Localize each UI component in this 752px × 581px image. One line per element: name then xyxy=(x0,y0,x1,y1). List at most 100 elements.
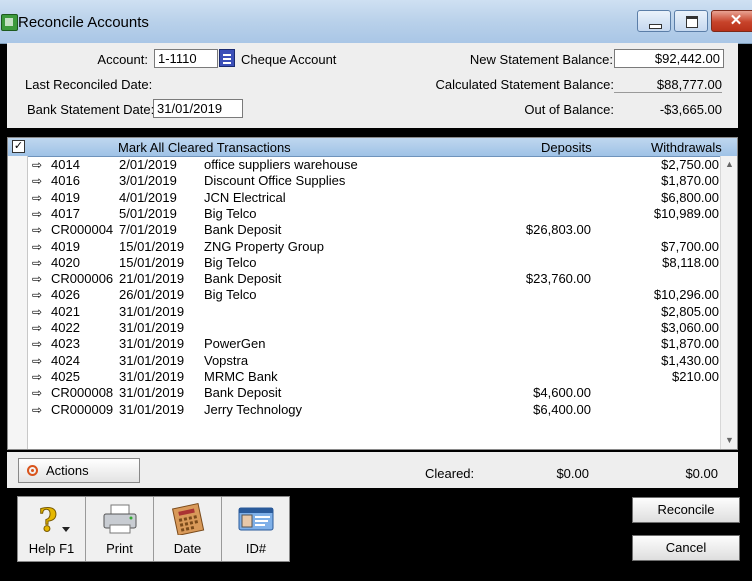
row-arrow-icon[interactable]: ⇨ xyxy=(32,402,42,418)
maximize-button[interactable] xyxy=(674,10,708,32)
vertical-scrollbar[interactable]: ▲ ▼ xyxy=(720,156,737,449)
account-label: Account: xyxy=(97,52,148,67)
id-button[interactable]: ID# xyxy=(222,497,290,561)
row-arrow-icon[interactable]: ⇨ xyxy=(32,173,42,189)
row-memo: Big Telco xyxy=(204,254,257,270)
account-lookup-button[interactable] xyxy=(219,49,235,67)
cancel-button[interactable]: Cancel xyxy=(632,535,740,561)
scroll-down-icon[interactable]: ▼ xyxy=(721,432,737,448)
row-memo: MRMC Bank xyxy=(204,368,278,384)
table-row[interactable]: ⇨ 4024 31/01/2019 Vopstra $1,430.00 xyxy=(8,352,719,369)
table-row[interactable]: ⇨ 4025 31/01/2019 MRMC Bank $210.00 xyxy=(8,368,719,385)
scroll-up-icon[interactable]: ▲ xyxy=(721,156,737,172)
row-memo: office suppliers warehouse xyxy=(204,157,358,172)
cleared-label: Cleared: xyxy=(425,466,475,481)
table-row[interactable]: ⇨ CR000006 21/01/2019 Bank Deposit $23,760.0… xyxy=(8,271,718,287)
table-row[interactable]: ⇨ 4019 4/01/2019 JCN Electrical $6,800.00 xyxy=(8,189,719,206)
row-id: CR000006 xyxy=(51,271,114,287)
mark-all-header[interactable]: Mark All Cleared Transactions xyxy=(118,140,291,155)
row-withdrawal: $210.00 xyxy=(672,368,719,384)
new-statement-balance-label: New Statement Balance: xyxy=(469,52,613,67)
row-date: 7/01/2019 xyxy=(119,222,177,238)
app-icon xyxy=(1,14,18,31)
row-date: 31/01/2019 xyxy=(119,401,185,417)
id-label: ID# xyxy=(245,541,267,556)
out-of-balance-label: Out of Balance: xyxy=(524,102,614,117)
row-arrow-icon[interactable]: ⇨ xyxy=(32,222,42,238)
row-withdrawal: $2,805.00 xyxy=(661,303,719,319)
row-arrow-icon[interactable]: ⇨ xyxy=(32,369,42,385)
row-deposit: $23,760.00 xyxy=(525,271,591,287)
table-row[interactable]: ⇨ 4021 31/01/2019 $2,805.00 xyxy=(8,303,719,320)
table-row[interactable]: ⇨ 4019 15/01/2019 ZNG Property Group $7,700.… xyxy=(8,238,719,255)
row-id: 4014 xyxy=(51,157,80,172)
row-memo: Bank Deposit xyxy=(204,271,282,287)
row-date: 3/01/2019 xyxy=(119,173,177,189)
row-deposit: $6,400.00 xyxy=(533,401,591,417)
row-arrow-icon[interactable]: ⇨ xyxy=(32,385,42,401)
row-arrow-icon[interactable]: ⇨ xyxy=(32,190,42,206)
row-id: 4019 xyxy=(51,189,80,205)
printer-icon xyxy=(103,504,137,534)
minimize-icon xyxy=(649,24,662,29)
row-arrow-icon[interactable]: ⇨ xyxy=(32,336,42,352)
table-row[interactable]: ⇨ 4026 26/01/2019 Big Telco $10,296.00 xyxy=(8,287,719,303)
row-arrow-icon[interactable]: ⇨ xyxy=(32,157,42,173)
close-button[interactable]: ✕ xyxy=(711,10,752,32)
table-row[interactable]: ⇨ 4020 15/01/2019 Big Telco $8,118.00 xyxy=(8,254,719,271)
table-row[interactable]: ⇨ 4016 3/01/2019 Discount Office Supplies $1… xyxy=(8,173,719,189)
table-row[interactable]: ⇨ 4014 2/01/2019 office suppliers warehouse… xyxy=(8,157,719,173)
row-id: 4021 xyxy=(51,303,80,319)
row-arrow-icon[interactable]: ⇨ xyxy=(32,206,42,222)
minimize-button[interactable] xyxy=(637,10,671,32)
row-arrow-icon[interactable]: ⇨ xyxy=(32,271,42,287)
cleared-deposits: $0.00 xyxy=(556,466,589,481)
date-label: Date xyxy=(173,541,202,556)
row-memo: Bank Deposit xyxy=(204,222,282,238)
row-id: CR000009 xyxy=(51,401,114,417)
row-arrow-icon[interactable]: ⇨ xyxy=(32,320,42,336)
row-withdrawal: $1,430.00 xyxy=(661,352,719,368)
new-statement-balance-field[interactable]: $92,442.00 xyxy=(614,49,724,68)
table-row[interactable]: ⇨ CR000004 7/01/2019 Bank Deposit $26,803.00 xyxy=(8,222,718,238)
row-id: 4025 xyxy=(51,368,80,384)
calculated-statement-balance: $88,777.00 xyxy=(614,77,722,93)
row-arrow-icon[interactable]: ⇨ xyxy=(32,353,42,369)
calculated-statement-balance-label: Calculated Statement Balance: xyxy=(435,77,615,92)
svg-text:?: ? xyxy=(39,503,58,535)
help-label: Help F1 xyxy=(28,541,75,556)
mark-all-checkbox[interactable]: ✓ xyxy=(12,140,25,153)
row-date: 15/01/2019 xyxy=(119,238,185,254)
row-withdrawal: $1,870.00 xyxy=(661,336,719,352)
row-deposit: $4,600.00 xyxy=(533,385,591,401)
table-row[interactable]: ⇨ CR000009 31/01/2019 Jerry Technology $6,40… xyxy=(8,402,718,418)
date-button[interactable]: Date xyxy=(154,497,222,561)
row-id: 4020 xyxy=(51,254,80,270)
row-date: 15/01/2019 xyxy=(119,254,185,270)
actions-label: Actions xyxy=(46,463,89,478)
row-arrow-icon[interactable]: ⇨ xyxy=(32,304,42,320)
row-date: 21/01/2019 xyxy=(119,271,185,287)
row-memo: Big Telco xyxy=(204,205,257,221)
row-arrow-icon[interactable]: ⇨ xyxy=(32,255,42,271)
out-of-balance-value: -$3,665.00 xyxy=(659,102,722,117)
row-memo: ZNG Property Group xyxy=(204,238,324,254)
account-code-field[interactable]: 1-1110 xyxy=(154,49,218,68)
table-row[interactable]: ⇨ 4017 5/01/2019 Big Telco $10,989.00 xyxy=(8,205,719,222)
row-date: 26/01/2019 xyxy=(119,287,185,303)
bank-statement-date-field[interactable]: 31/01/2019 xyxy=(153,99,243,118)
table-row[interactable]: ⇨ CR000008 31/01/2019 Bank Deposit $4,600.00 xyxy=(8,385,718,401)
row-id: 4017 xyxy=(51,205,80,221)
row-id: 4019 xyxy=(51,238,80,254)
grid-header: ✓ Mark All Cleared Transactions Deposits… xyxy=(8,138,737,157)
table-row[interactable]: ⇨ 4023 31/01/2019 PowerGen $1,870.00 xyxy=(8,336,719,352)
maximize-icon xyxy=(686,16,698,28)
table-row[interactable]: ⇨ 4022 31/01/2019 $3,060.00 xyxy=(8,320,719,336)
reconcile-button[interactable]: Reconcile xyxy=(632,497,740,523)
actions-button[interactable]: Actions xyxy=(18,458,140,483)
row-id: 4026 xyxy=(51,287,80,303)
help-button[interactable]: ? Help F1 xyxy=(18,497,86,561)
print-button[interactable]: Print xyxy=(86,497,154,561)
row-arrow-icon[interactable]: ⇨ xyxy=(32,239,42,255)
row-arrow-icon[interactable]: ⇨ xyxy=(32,287,42,303)
